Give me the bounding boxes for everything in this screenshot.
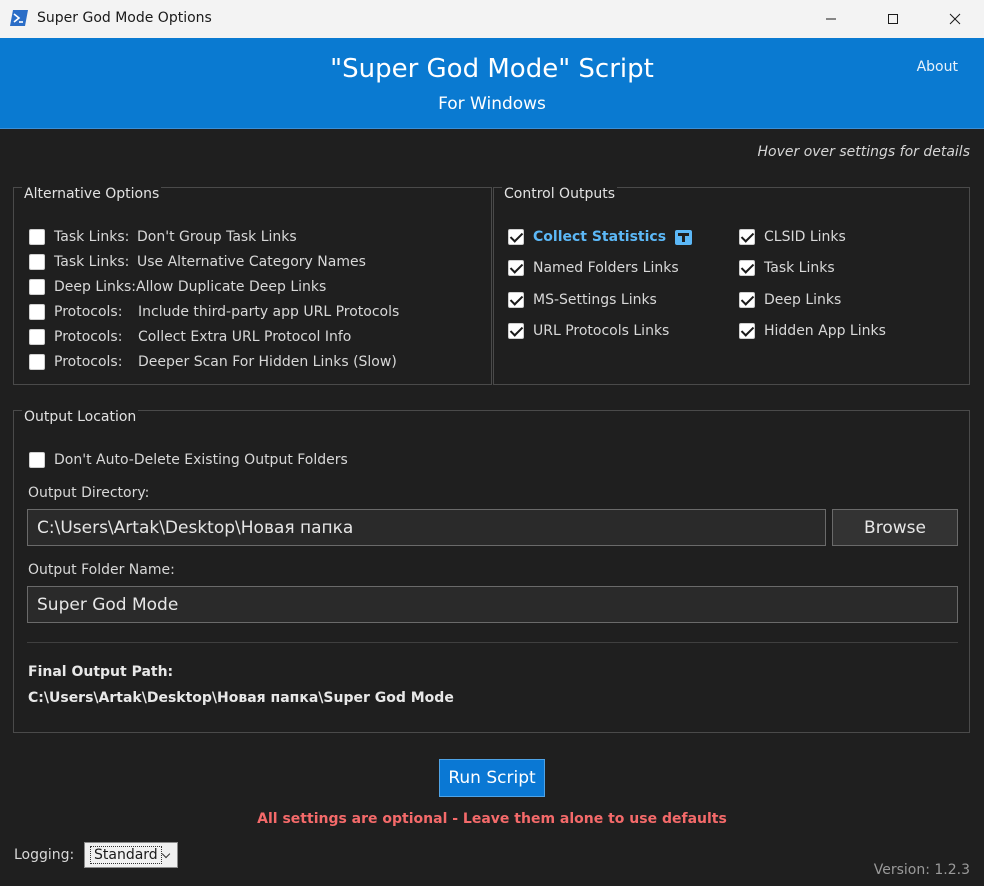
- checkbox[interactable]: [29, 279, 45, 295]
- output-location-group: Output Location Don't Auto-Delete Existi…: [13, 409, 970, 733]
- alt-option-label: Use Alternative Category Names: [137, 254, 366, 270]
- window-title: Super God Mode Options: [37, 10, 212, 26]
- control-output-label: MS-Settings Links: [533, 292, 657, 308]
- alt-option-5[interactable]: Protocols: Deeper Scan For Hidden Links …: [29, 352, 489, 372]
- hidden-app-links-option[interactable]: Hidden App Links: [739, 321, 886, 341]
- checkbox[interactable]: [29, 329, 45, 345]
- chevron-down-icon: [161, 849, 171, 859]
- checkbox[interactable]: [508, 292, 524, 308]
- alt-option-prefix: Protocols:: [54, 329, 123, 345]
- alt-option-1[interactable]: Task Links: Use Alternative Category Nam…: [29, 252, 489, 272]
- checkbox[interactable]: [29, 229, 45, 245]
- header-title: "Super God Mode" Script: [330, 54, 654, 84]
- checkbox[interactable]: [508, 323, 524, 339]
- powershell-icon: [10, 10, 28, 26]
- minimize-icon: [826, 18, 836, 20]
- browse-button[interactable]: Browse: [832, 509, 958, 546]
- checkbox[interactable]: [739, 260, 755, 276]
- output-folder-name-label: Output Folder Name:: [28, 562, 175, 578]
- alt-option-2[interactable]: Deep Links: Allow Duplicate Deep Links: [29, 277, 489, 297]
- checkbox[interactable]: [29, 254, 45, 270]
- maximize-button[interactable]: [870, 0, 916, 38]
- alt-option-label: Collect Extra URL Protocol Info: [138, 329, 352, 345]
- no-auto-delete-label: Don't Auto-Delete Existing Output Folder…: [54, 452, 348, 468]
- control-output-label: Collect Statistics: [533, 229, 667, 245]
- run-script-button[interactable]: Run Script: [439, 759, 545, 797]
- control-outputs-group: Control Outputs Collect Statistics Named…: [493, 186, 970, 385]
- logging-select[interactable]: Standard: [84, 842, 178, 868]
- final-output-path-label: Final Output Path:: [28, 664, 174, 680]
- named-folders-option[interactable]: Named Folders Links: [508, 258, 679, 278]
- output-location-legend: Output Location: [22, 409, 139, 425]
- control-output-label: Task Links: [764, 260, 835, 276]
- checkbox[interactable]: [739, 323, 755, 339]
- no-auto-delete-option[interactable]: Don't Auto-Delete Existing Output Folder…: [29, 450, 348, 470]
- alt-option-prefix: Deep Links:: [54, 279, 137, 295]
- final-output-path-value: C:\Users\Artak\Desktop\Новая папка\Super…: [28, 690, 454, 706]
- alternative-options-group: Alternative Options Task Links: Don't Gr…: [13, 186, 492, 385]
- alt-option-label: Allow Duplicate Deep Links: [136, 279, 327, 295]
- output-directory-label: Output Directory:: [28, 485, 150, 501]
- close-icon: [949, 13, 961, 25]
- defaults-warning: All settings are optional - Leave them a…: [257, 811, 727, 827]
- checkbox[interactable]: [29, 452, 45, 468]
- header-subtitle: For Windows: [438, 94, 546, 114]
- maximize-icon: [888, 14, 898, 24]
- divider: [27, 642, 958, 643]
- version-label: Version: 1.2.3: [873, 862, 970, 878]
- title-bar: Super God Mode Options: [0, 0, 984, 38]
- task-links-option[interactable]: Task Links: [739, 258, 835, 278]
- url-protocols-option[interactable]: URL Protocols Links: [508, 321, 669, 341]
- hover-hint: Hover over settings for details: [757, 144, 971, 160]
- logging-selected-value: Standard: [90, 846, 162, 864]
- collect-statistics-option[interactable]: Collect Statistics: [508, 227, 693, 247]
- alt-option-prefix: Task Links:: [54, 254, 130, 270]
- alt-option-prefix: Protocols:: [54, 354, 123, 370]
- about-link[interactable]: About: [917, 59, 958, 75]
- checkbox[interactable]: [29, 354, 45, 370]
- output-folder-name-input[interactable]: Super God Mode: [27, 586, 958, 623]
- logging-label: Logging:: [14, 847, 75, 863]
- control-outputs-legend: Control Outputs: [502, 186, 617, 202]
- alternative-options-legend: Alternative Options: [22, 186, 162, 202]
- alt-option-prefix: Protocols:: [54, 304, 123, 320]
- alt-option-label: Don't Group Task Links: [137, 229, 297, 245]
- close-button[interactable]: [932, 0, 978, 38]
- control-output-label: CLSID Links: [764, 229, 846, 245]
- alt-option-label: Deeper Scan For Hidden Links (Slow): [138, 354, 397, 370]
- alt-option-4[interactable]: Protocols: Collect Extra URL Protocol In…: [29, 327, 489, 347]
- checkbox[interactable]: [508, 260, 524, 276]
- checkbox[interactable]: [29, 304, 45, 320]
- clsid-option[interactable]: CLSID Links: [739, 227, 846, 247]
- alt-option-label: Include third-party app URL Protocols: [138, 304, 400, 320]
- alt-option-0[interactable]: Task Links: Don't Group Task Links: [29, 227, 489, 247]
- alt-option-prefix: Task Links:: [54, 229, 130, 245]
- control-output-label: URL Protocols Links: [533, 323, 670, 339]
- output-directory-input[interactable]: C:\Users\Artak\Desktop\Новая папка: [27, 509, 826, 546]
- header-banner: "Super God Mode" Script For Windows Abou…: [0, 38, 984, 129]
- ms-settings-option[interactable]: MS-Settings Links: [508, 290, 657, 310]
- control-output-label: Named Folders Links: [533, 260, 679, 276]
- deep-links-option[interactable]: Deep Links: [739, 290, 841, 310]
- control-output-label: Hidden App Links: [764, 323, 886, 339]
- minimize-button[interactable]: [808, 0, 854, 38]
- checkbox[interactable]: [739, 229, 755, 245]
- alt-option-3[interactable]: Protocols: Include third-party app URL P…: [29, 302, 489, 322]
- control-output-label: Deep Links: [764, 292, 842, 308]
- info-icon: [675, 229, 693, 245]
- checkbox[interactable]: [508, 229, 524, 245]
- checkbox[interactable]: [739, 292, 755, 308]
